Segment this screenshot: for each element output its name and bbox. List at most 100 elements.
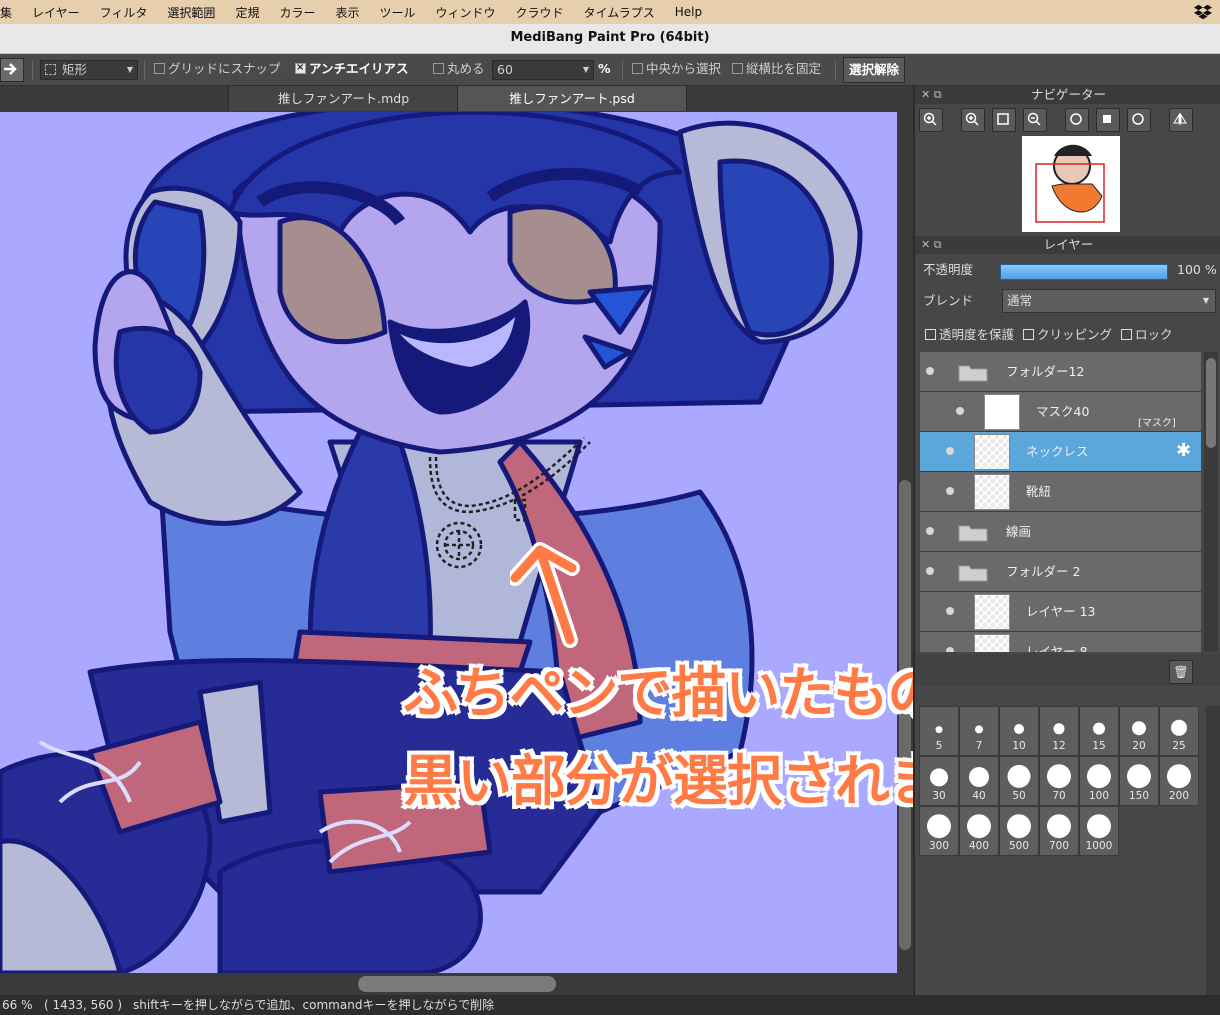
rotate-right-icon[interactable]: [1127, 108, 1151, 132]
brush-dot-icon: [930, 768, 948, 787]
opacity-slider[interactable]: [1000, 264, 1168, 280]
menu-layer[interactable]: レイヤー: [22, 4, 90, 21]
layer-name: レイヤー 8: [1026, 644, 1088, 652]
layer-name: マスク40: [1036, 404, 1090, 419]
visibility-icon[interactable]: [926, 367, 934, 375]
trash-icon[interactable]: 🗑: [1169, 660, 1193, 684]
tab-psd[interactable]: 推しファンアート.psd: [457, 86, 687, 111]
fix-ratio-checkbox[interactable]: 縦横比を固定: [732, 60, 821, 78]
folder-icon: [958, 365, 988, 382]
visibility-icon[interactable]: [946, 447, 954, 455]
brush-dot-icon: [1007, 764, 1031, 788]
brush-size-100[interactable]: 100: [1079, 756, 1119, 806]
dropbox-icon[interactable]: [1194, 3, 1212, 21]
brush-size-40[interactable]: 40: [959, 756, 999, 806]
navigator-preview[interactable]: [1022, 136, 1120, 232]
menu-edit[interactable]: 集: [0, 4, 22, 21]
layer-thumbnail: [974, 594, 1010, 630]
brush-size-label: 1000: [1085, 840, 1113, 852]
canvas-horizontal-scroll-thumb[interactable]: [358, 976, 556, 992]
layer-row[interactable]: レイヤー 8: [920, 632, 1201, 652]
brush-size-30[interactable]: 30: [919, 756, 959, 806]
brush-size-700[interactable]: 700: [1039, 806, 1079, 856]
rotate-left-icon[interactable]: [1065, 108, 1089, 132]
menu-ruler[interactable]: 定規: [225, 4, 269, 21]
layer-list-scroll-thumb[interactable]: [1206, 358, 1216, 448]
brush-size-1000[interactable]: 1000: [1079, 806, 1119, 856]
window-title: MediBang Paint Pro (64bit): [510, 30, 710, 45]
brush-size-5[interactable]: 5: [919, 706, 959, 756]
navigator-header: ✕ ⧉ ナビゲーター: [915, 86, 1220, 104]
clipping-checkbox[interactable]: クリッピング: [1023, 325, 1112, 345]
antialias-checkbox[interactable]: アンチエイリアス: [295, 59, 409, 78]
menu-timelapse[interactable]: タイムラプス: [574, 4, 665, 21]
brush-dot-icon: [1047, 814, 1071, 839]
brush-size-400[interactable]: 400: [959, 806, 999, 856]
layer-row[interactable]: レイヤー 13: [920, 592, 1201, 632]
flip-horizontal-icon[interactable]: [1169, 108, 1193, 132]
visibility-icon[interactable]: [926, 567, 934, 575]
visibility-icon[interactable]: [946, 487, 954, 495]
visibility-icon[interactable]: [956, 407, 964, 415]
zoom-in-icon[interactable]: [919, 108, 943, 132]
protect-alpha-checkbox[interactable]: 透明度を保護: [925, 325, 1014, 345]
layer-row[interactable]: フォルダー 2: [920, 552, 1201, 592]
brush-panel-scrollbar[interactable]: [1206, 706, 1220, 995]
lock-checkbox[interactable]: ロック: [1121, 325, 1173, 345]
brush-size-70[interactable]: 70: [1039, 756, 1079, 806]
layer-row[interactable]: 靴紐: [920, 472, 1201, 512]
close-icon[interactable]: ✕ ⧉: [921, 236, 942, 254]
snap-grid-checkbox[interactable]: グリッドにスナップ: [154, 60, 281, 78]
zoom-out-icon[interactable]: [1023, 108, 1047, 132]
menu-help[interactable]: Help: [665, 5, 712, 19]
from-center-checkbox[interactable]: 中央から選択: [632, 60, 721, 78]
brush-size-label: 400: [968, 840, 990, 852]
lock-label: ロック: [1135, 327, 1173, 342]
brush-size-25[interactable]: 25: [1159, 706, 1199, 756]
brush-size-label: 300: [928, 840, 950, 852]
brush-dot-icon: [1007, 814, 1031, 839]
layer-row-active[interactable]: ネックレス ✱: [920, 432, 1201, 472]
round-value-input[interactable]: 60 ▼: [492, 60, 594, 80]
brush-dot-icon: [975, 725, 983, 734]
brush-size-20[interactable]: 20: [1119, 706, 1159, 756]
zoom-in-icon[interactable]: [961, 108, 985, 132]
visibility-icon[interactable]: [946, 647, 954, 652]
brush-size-300[interactable]: 300: [919, 806, 959, 856]
brush-size-15[interactable]: 15: [1079, 706, 1119, 756]
brush-size-12[interactable]: 12: [1039, 706, 1079, 756]
round-checkbox[interactable]: 丸める: [433, 60, 485, 78]
brush-size-500[interactable]: 500: [999, 806, 1039, 856]
gear-icon[interactable]: ✱: [1176, 440, 1191, 461]
layer-list: フォルダー12 マスク40 [マスク] ネックレス ✱ 靴紐 線画 フォルダー …: [920, 352, 1201, 652]
layer-row[interactable]: マスク40 [マスク]: [920, 392, 1201, 432]
actual-size-icon[interactable]: [1096, 108, 1120, 132]
deselect-button[interactable]: 選択解除: [843, 57, 905, 83]
menu-view[interactable]: 表示: [325, 4, 369, 21]
brush-size-200[interactable]: 200: [1159, 756, 1199, 806]
layer-row[interactable]: フォルダー12: [920, 352, 1201, 392]
visibility-icon[interactable]: [926, 527, 934, 535]
brush-dot-icon: [1053, 723, 1065, 735]
brush-size-10[interactable]: 10: [999, 706, 1039, 756]
menu-tool[interactable]: ツール: [369, 4, 425, 21]
visibility-icon[interactable]: [946, 607, 954, 615]
arrow-icon[interactable]: [0, 58, 24, 82]
close-icon[interactable]: ✕ ⧉: [921, 86, 942, 104]
brush-size-7[interactable]: 7: [959, 706, 999, 756]
shape-select[interactable]: 矩形 ▼: [40, 60, 138, 80]
drawing-canvas[interactable]: [0, 112, 897, 973]
brush-size-150[interactable]: 150: [1119, 756, 1159, 806]
blend-mode-select[interactable]: 通常 ▼: [1002, 289, 1216, 313]
menu-cloud[interactable]: クラウド: [506, 4, 574, 21]
brush-size-50[interactable]: 50: [999, 756, 1039, 806]
menu-window[interactable]: ウィンドウ: [426, 4, 506, 21]
menu-selection[interactable]: 選択範囲: [157, 4, 225, 21]
menu-filter[interactable]: フィルタ: [90, 4, 158, 21]
navigator-title: ナビゲーター: [1030, 87, 1106, 102]
tab-mdp[interactable]: 推しファンアート.mdp: [228, 86, 459, 111]
protect-alpha-label: 透明度を保護: [939, 327, 1015, 342]
layer-row[interactable]: 線画: [920, 512, 1201, 552]
fit-screen-icon[interactable]: [992, 108, 1016, 132]
menu-color[interactable]: カラー: [269, 4, 325, 21]
